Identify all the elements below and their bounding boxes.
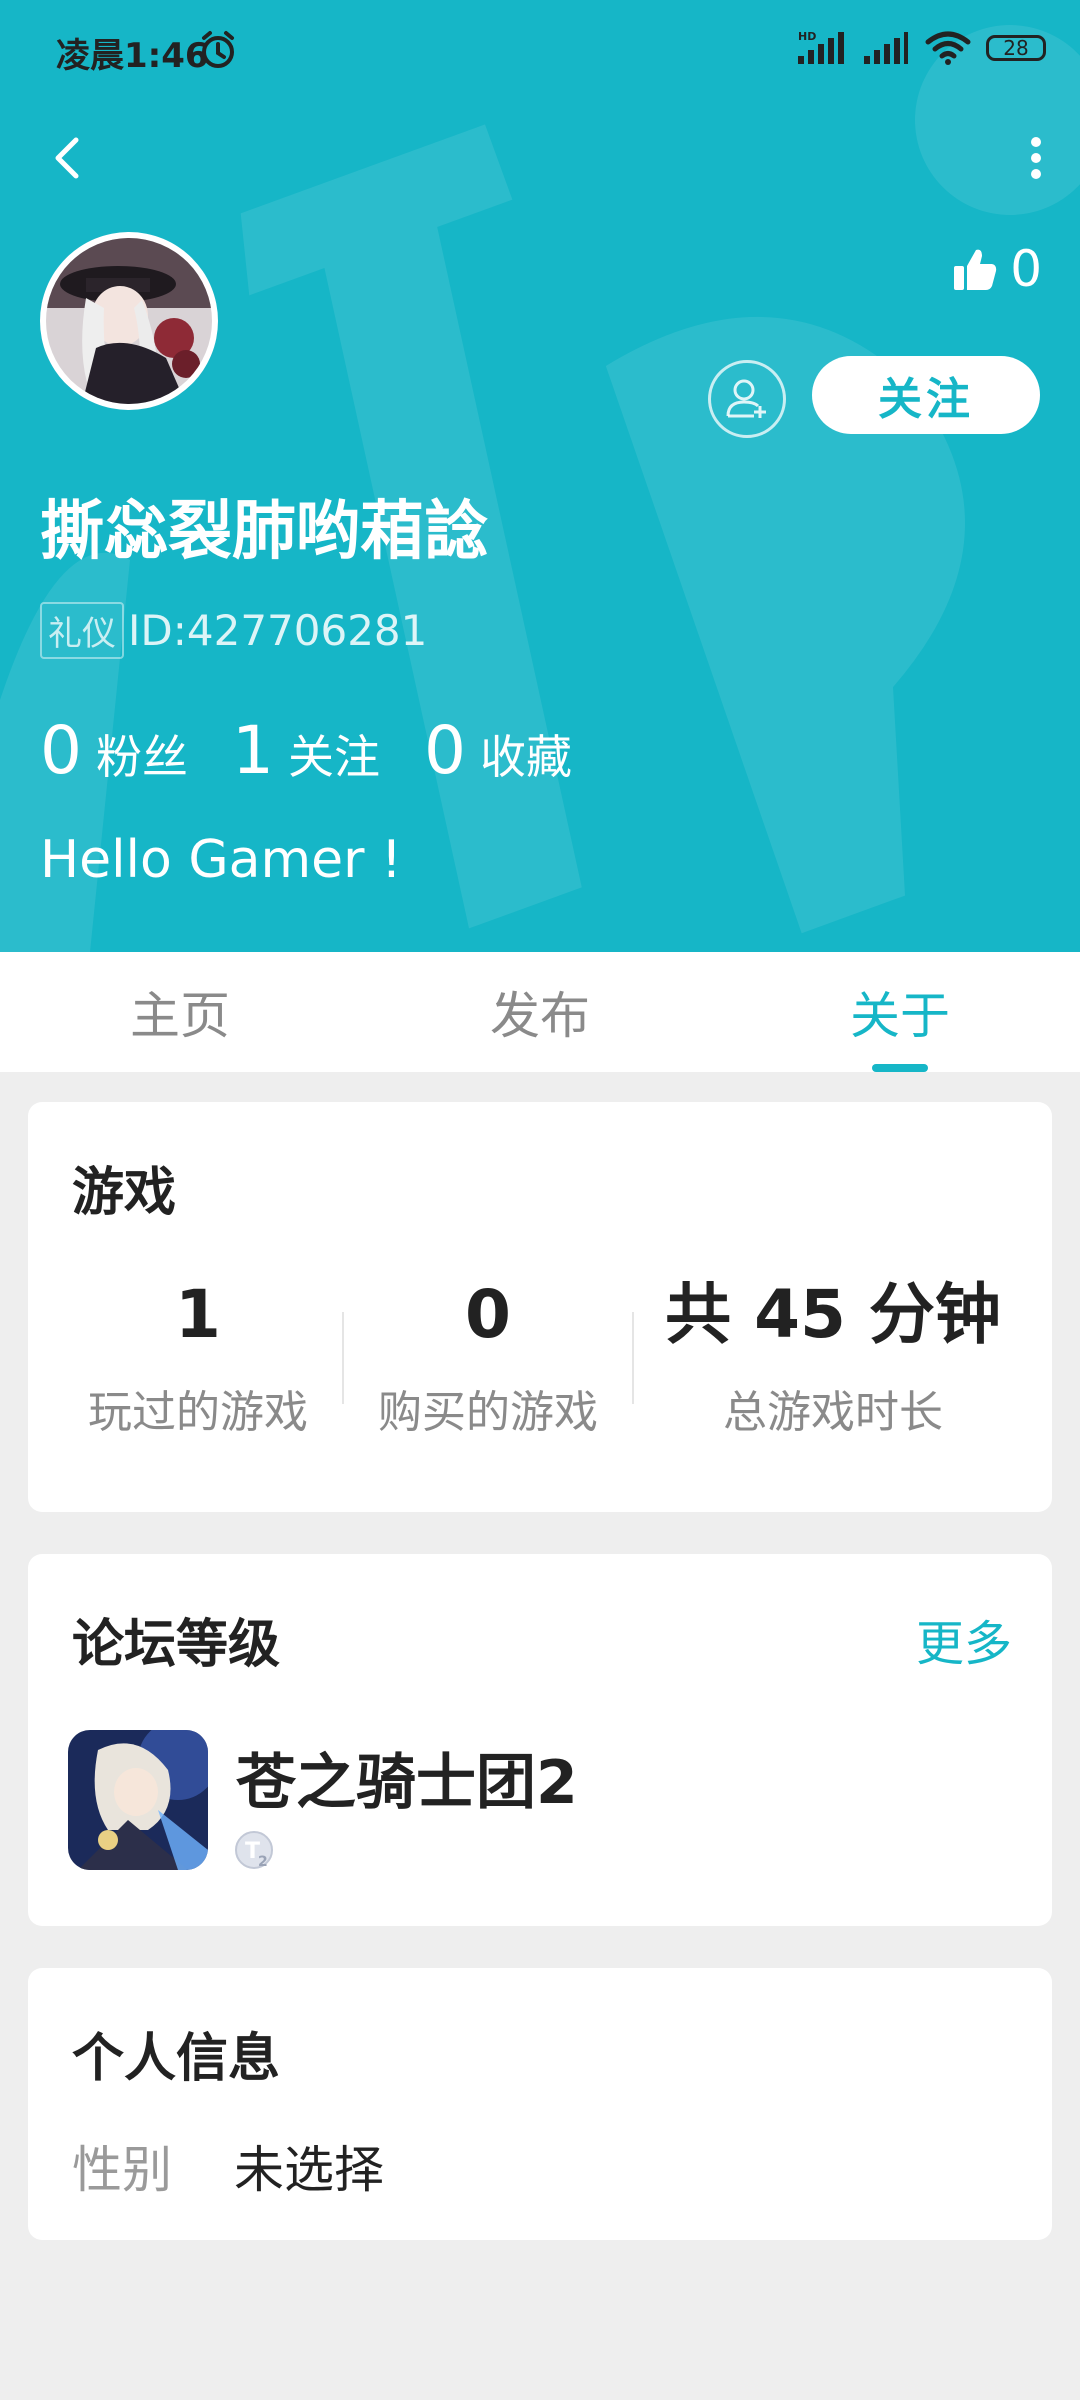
user-bio: Hello Gamer ! [40,830,402,890]
tab-home-label: 主页 [130,987,230,1045]
stat-following-count: 1 [232,712,274,789]
tab-posts[interactable]: 发布 [360,952,720,1072]
gender-label: 性别 [72,2141,172,2199]
profile-tabs: 主页 发布 关于 [0,952,1080,1072]
battery-level: 28 [1003,36,1029,60]
signal-hd-icon: HD [798,30,844,64]
level-badge-icon: T 2 [235,1831,273,1870]
battery-indicator: 28 [986,35,1046,61]
user-id-row: 礼仪 ID:427706281 [40,602,427,659]
stat-favorites-count: 0 [424,712,466,789]
tab-posts-label: 发布 [490,987,590,1045]
played-games-value: 1 [175,1276,221,1353]
game-cover-image [68,1730,208,1870]
tab-about[interactable]: 关于 [720,952,1080,1072]
stat-fans-label: 粉丝 [96,730,188,784]
like-count: 0 [1010,240,1042,298]
played-games-label: 玩过的游戏 [88,1387,308,1438]
more-options-icon[interactable] [1006,128,1066,188]
stat-favorites-label: 收藏 [480,730,572,784]
thumbs-up-icon [954,249,997,290]
follow-button[interactable]: 关注 [812,356,1040,434]
stat-purchased-games[interactable]: 0 购买的游戏 [348,1272,628,1440]
avatar[interactable] [40,232,218,410]
stat-following-label: 关注 [288,730,380,784]
total-playtime-label: 总游戏时长 [723,1387,943,1438]
games-title: 游戏 [72,1163,177,1223]
add-friend-button[interactable] [708,360,786,438]
username: 撕惢裂肺哟葙諗 [40,495,488,569]
status-bar: 凌晨1:46 HD 28 [0,0,1080,100]
stat-favorites[interactable]: 0 收藏 [424,712,572,789]
wifi-icon [925,31,971,65]
status-time: 凌晨1:46 [56,36,209,76]
game-name[interactable]: 苍之骑士团2 [236,1734,578,1821]
stat-fans-count: 0 [40,712,82,789]
stat-total-playtime[interactable]: 共 45 分钟 总游戏时长 [638,1272,1028,1440]
active-tab-indicator [872,1064,928,1072]
svg-text:2: 2 [258,1854,268,1870]
games-stats: 1 玩过的游戏 0 购买的游戏 共 45 分钟 总游戏时长 [28,1272,1052,1452]
taptap-watermark [0,25,1080,952]
gender-value: 未选择 [234,2141,384,2199]
tab-about-label: 关于 [850,987,950,1045]
stat-following[interactable]: 1 关注 [232,712,380,789]
stat-fans[interactable]: 0 粉丝 [40,712,188,789]
stat-divider [342,1312,344,1404]
stat-divider [632,1312,634,1404]
profile-header: 凌晨1:46 HD 28 0 关注 撕惢裂肺哟葙諗 礼仪 ID:42770628… [0,0,1080,952]
forum-level-title: 论坛等级 [72,1615,281,1675]
svg-text:HD: HD [798,30,816,43]
purchased-games-label: 购买的游戏 [378,1387,598,1438]
forum-level-card: 论坛等级 更多 苍之骑士团2 T 2 [28,1554,1052,1926]
more-link[interactable]: 更多 [916,1604,1012,1674]
user-id: ID:427706281 [128,606,428,655]
tab-home[interactable]: 主页 [0,952,360,1072]
total-playtime-value: 共 45 分钟 [665,1276,1001,1353]
signal-icon [864,32,908,64]
personal-info-card: 个人信息 性别 未选择 [28,1968,1052,2240]
etiquette-badge[interactable]: 礼仪 [40,602,124,659]
purchased-games-value: 0 [465,1276,511,1353]
stat-played-games[interactable]: 1 玩过的游戏 [58,1272,338,1440]
avatar-image [46,238,212,404]
back-icon[interactable] [38,128,98,188]
alarm-icon [202,31,234,68]
add-user-icon [726,379,766,418]
social-stats: 0 粉丝 1 关注 0 收藏 [40,712,616,789]
game-icon[interactable] [68,1730,208,1870]
like-counter[interactable]: 0 [952,240,1042,298]
personal-info-title: 个人信息 [72,2029,281,2089]
games-card: 游戏 1 玩过的游戏 0 购买的游戏 共 45 分钟 总游戏时长 [28,1102,1052,1512]
